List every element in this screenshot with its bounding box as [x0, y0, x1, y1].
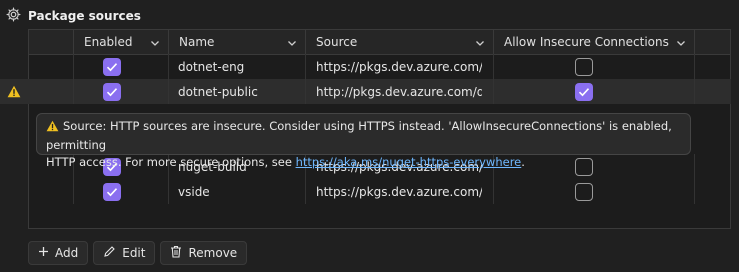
table-row[interactable]: vside https://pkgs.dev.azure.com/azu — [0, 179, 731, 204]
plus-icon — [38, 246, 49, 260]
chevron-down-icon[interactable] — [475, 37, 485, 51]
gear-icon — [6, 7, 21, 25]
tooltip-help-link[interactable]: https://aka.ms/nuget-https-everywhere — [296, 155, 522, 169]
source-name-cell: dotnet-eng — [178, 59, 245, 74]
table-row[interactable]: dotnet-eng https://pkgs.dev.azure.com/dn — [0, 54, 731, 79]
source-url-cell: http://pkgs.dev.azure.com/dnc — [316, 84, 482, 99]
allow-insecure-checkbox[interactable] — [575, 79, 605, 104]
action-bar: Add Edit Remove — [28, 241, 248, 265]
enabled-checkbox[interactable] — [103, 54, 143, 79]
column-header-warning — [29, 30, 74, 54]
warning-icon — [46, 120, 59, 137]
column-header-label: Enabled — [84, 35, 133, 49]
add-button-label: Add — [55, 246, 79, 260]
checkmark-icon — [103, 57, 121, 76]
source-url-cell: https://pkgs.dev.azure.com/azu — [316, 184, 482, 199]
column-header-label: Allow Insecure Connections — [504, 35, 669, 49]
trash-icon — [170, 245, 182, 261]
checkmark-icon — [103, 182, 121, 201]
panel-title: Package sources — [28, 9, 141, 23]
pencil-icon — [103, 245, 116, 261]
enabled-checkbox[interactable] — [103, 179, 143, 204]
tooltip-text-line2: HTTP access. For more secure options, se… — [46, 155, 296, 169]
column-header-row: Enabled Name Source Allow Insecure Conne… — [29, 30, 730, 55]
remove-button[interactable]: Remove — [160, 241, 248, 265]
warning-icon — [4, 79, 24, 104]
package-sources-header: Package sources — [6, 6, 141, 26]
chevron-down-icon[interactable] — [150, 37, 160, 51]
chevron-down-icon[interactable] — [676, 37, 686, 51]
enabled-checkbox[interactable] — [103, 79, 143, 104]
remove-button-label: Remove — [188, 246, 238, 260]
column-header-name[interactable]: Name — [169, 30, 306, 54]
source-name-cell: dotnet-public — [178, 84, 258, 99]
insecure-source-tooltip: Source: HTTP sources are insecure. Consi… — [36, 113, 691, 169]
column-header-label: Source — [316, 35, 358, 49]
column-header-allow-insecure[interactable]: Allow Insecure Connections — [494, 30, 695, 54]
checkmark-icon — [103, 82, 121, 101]
column-header-source[interactable]: Source — [306, 30, 494, 54]
column-header-enabled[interactable]: Enabled — [74, 30, 169, 54]
tooltip-text-line1: Source: HTTP sources are insecure. Consi… — [46, 119, 672, 152]
chevron-down-icon[interactable] — [287, 37, 297, 51]
tooltip-text-suffix: . — [521, 155, 525, 169]
allow-insecure-checkbox[interactable] — [575, 54, 605, 79]
allow-insecure-checkbox[interactable] — [575, 179, 605, 204]
column-header-label: Name — [179, 35, 215, 49]
edit-button-label: Edit — [122, 246, 146, 260]
table-row[interactable]: dotnet-public http://pkgs.dev.azure.com/d… — [0, 79, 731, 104]
source-url-cell: https://pkgs.dev.azure.com/dn — [316, 59, 482, 74]
add-button[interactable]: Add — [28, 241, 89, 265]
source-name-cell: vside — [178, 184, 210, 199]
checkmark-icon — [575, 82, 593, 101]
edit-button[interactable]: Edit — [93, 241, 156, 265]
